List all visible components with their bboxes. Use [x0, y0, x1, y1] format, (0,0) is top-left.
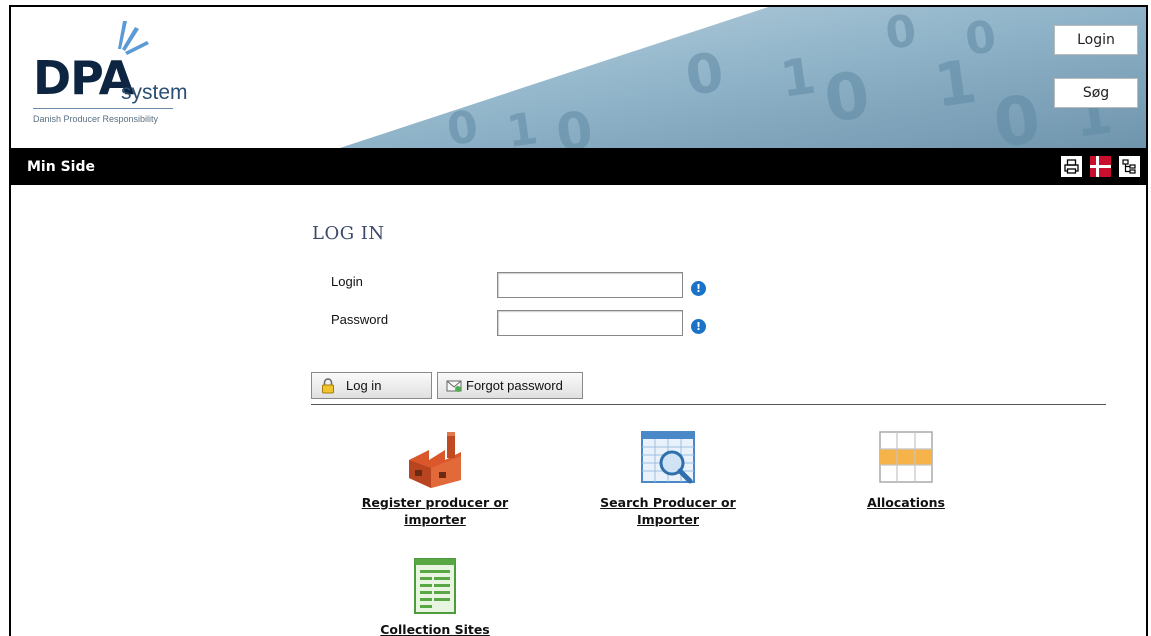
- nav-icon-group: [1061, 156, 1140, 177]
- collection-sites-tile[interactable]: Collection Sites: [355, 557, 515, 636]
- factory-icon: [409, 432, 461, 488]
- collection-sites-label: Collection Sites: [380, 622, 490, 636]
- search-producer-label-line1: Search Producer or: [600, 495, 736, 510]
- allocations-label: Allocations: [867, 495, 945, 510]
- list-document-icon: [414, 558, 456, 614]
- header-search-button[interactable]: Søg: [1054, 78, 1138, 108]
- log-in-label: Log in: [346, 378, 382, 393]
- allocations-grid-icon: [879, 431, 933, 483]
- password-input[interactable]: [497, 310, 683, 336]
- log-in-button[interactable]: Log in: [311, 372, 432, 399]
- logo-text: DPA: [33, 51, 134, 105]
- login-info-icon[interactable]: !: [691, 281, 706, 296]
- page-title: LOG IN: [312, 223, 385, 244]
- search-producer-tile[interactable]: Search Producer or Importer: [578, 430, 758, 528]
- section-divider: [311, 404, 1106, 405]
- site-header: 0 1 0 0 1 0 1 0 0 0 1 DPA system Danish …: [11, 7, 1146, 148]
- printer-icon[interactable]: [1061, 156, 1082, 177]
- page-frame: 0 1 0 0 1 0 1 0 0 0 1 DPA system Danish …: [9, 5, 1148, 636]
- sitemap-icon[interactable]: [1119, 156, 1140, 177]
- forgot-password-button[interactable]: Forgot password: [437, 372, 583, 399]
- logo-divider: [33, 108, 173, 109]
- register-producer-tile[interactable]: Register producer or importer: [345, 430, 525, 528]
- search-producer-label-line2: Importer: [637, 512, 699, 527]
- padlock-icon: [320, 377, 336, 394]
- register-producer-label-line2: importer: [404, 512, 466, 527]
- login-label: Login: [331, 274, 363, 289]
- nav-bar: Min Side: [11, 148, 1146, 185]
- allocations-tile[interactable]: Allocations: [816, 430, 996, 511]
- search-table-icon: [641, 431, 695, 484]
- login-input[interactable]: [497, 272, 683, 298]
- nav-title[interactable]: Min Side: [27, 159, 95, 175]
- register-producer-label-line1: Register producer or: [361, 495, 509, 510]
- danish-flag-icon[interactable]: [1090, 156, 1111, 177]
- dpa-logo[interactable]: DPA system Danish Producer Responsibilit…: [31, 19, 201, 129]
- header-login-button[interactable]: Login: [1054, 25, 1138, 55]
- logo-suffix: system: [121, 81, 188, 104]
- logo-tagline: Danish Producer Responsibility: [33, 114, 159, 124]
- email-icon: [446, 378, 462, 394]
- forgot-password-label: Forgot password: [466, 378, 563, 393]
- password-label: Password: [331, 312, 389, 327]
- password-info-icon[interactable]: !: [691, 319, 706, 334]
